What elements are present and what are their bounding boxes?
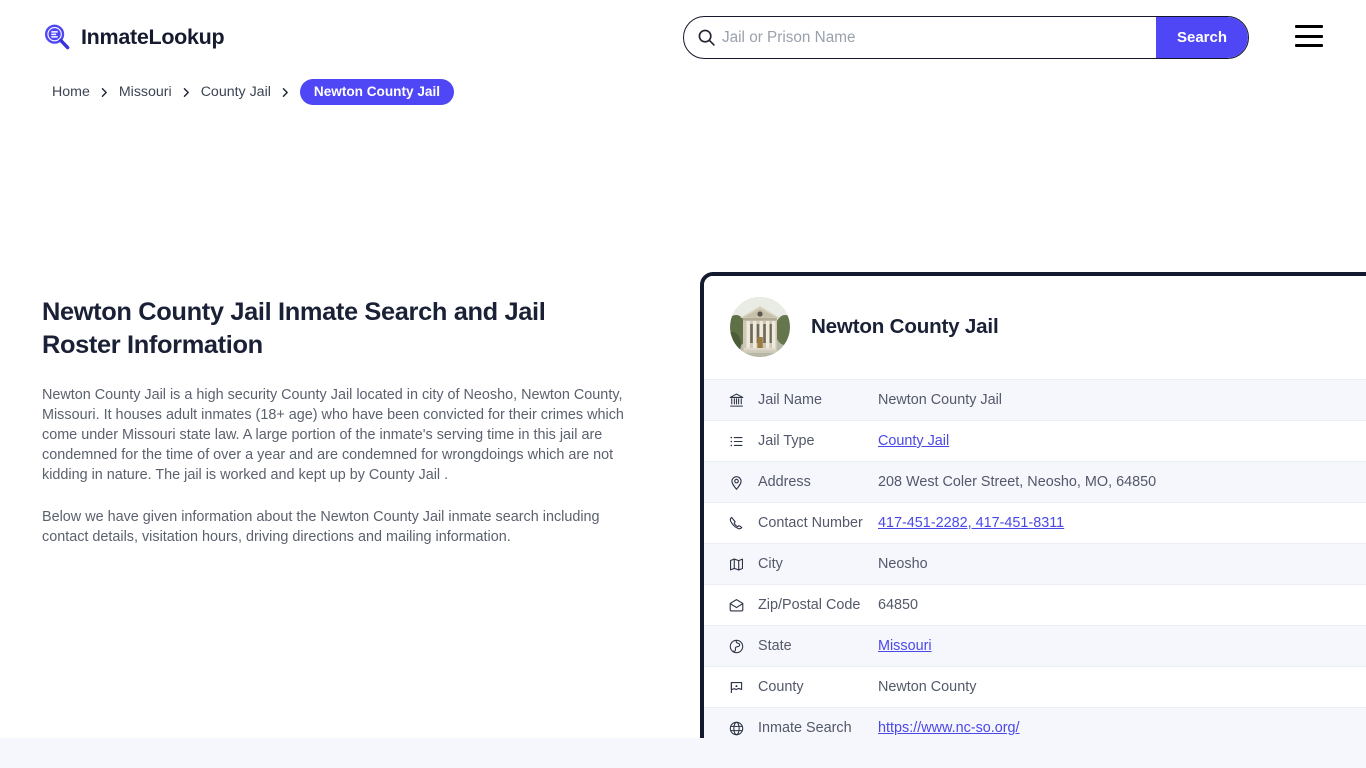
chevron-right-icon	[280, 86, 291, 99]
info-row-label: State	[758, 638, 792, 654]
globe-americas-icon	[728, 638, 758, 655]
info-row-value: Neosho	[878, 556, 928, 572]
info-row-value[interactable]: 417-451-2282, 417-451-8311	[878, 515, 1064, 531]
info-row-link[interactable]: Missouri	[878, 638, 932, 654]
info-row-label: Inmate Search	[758, 720, 852, 736]
list-icon	[728, 433, 758, 450]
intro-paragraph: Newton County Jail is a high security Co…	[42, 387, 624, 484]
search-icon	[684, 17, 722, 58]
magnifier-list-icon	[42, 22, 72, 52]
phone-icon	[728, 515, 758, 532]
info-row-value[interactable]: https://www.nc-so.org/	[878, 720, 1020, 736]
info-row-value: Newton County	[878, 679, 977, 695]
info-row-label: Zip/Postal Code	[758, 597, 861, 613]
footer-band	[0, 738, 1366, 768]
info-row: Contact Number 417-451-2282, 417-451-8311	[704, 502, 1366, 543]
info-row-label: City	[758, 556, 783, 572]
flag-pin-icon	[728, 679, 758, 696]
jail-info-card: Newton County Jail Jail Name Newton Count…	[700, 272, 1366, 752]
info-row-value: 64850	[878, 597, 919, 613]
brand-name: InmateLookup	[81, 24, 225, 49]
hamburger-bar	[1295, 34, 1323, 38]
info-row-link[interactable]: 417-451-2282, 417-451-8311	[878, 515, 1064, 531]
page-title: Newton County Jail Inmate Search and Jai…	[42, 298, 546, 359]
jail-info-table: Jail Name Newton County Jail Jail Type Coun…	[704, 379, 1366, 748]
second-paragraph: Below we have given information about th…	[42, 509, 600, 546]
info-row-value: 208 West Coler Street, Neosho, MO, 64850	[878, 474, 1157, 490]
globe-icon	[728, 720, 758, 737]
info-row-label: Jail Type	[758, 433, 815, 449]
info-row: Zip/Postal Code 64850	[704, 584, 1366, 625]
search-bar[interactable]: Search	[683, 16, 1249, 59]
info-row: Address 208 West Coler Street, Neosho, MO…	[704, 461, 1366, 502]
breadcrumb: Home Missouri County Jail Newton County Jai…	[52, 78, 1366, 106]
bank-courthouse-icon	[728, 392, 758, 409]
chevron-right-icon	[181, 86, 192, 99]
info-row-link[interactable]: https://www.nc-so.org/	[878, 720, 1020, 736]
info-row: County Newton County	[704, 666, 1366, 707]
info-row-value: Newton County Jail	[878, 392, 1002, 408]
brand-logo-link[interactable]: InmateLookup	[42, 22, 225, 52]
jail-info-card-title: Newton County Jail	[811, 315, 999, 338]
courthouse-photo-thumbnail	[730, 297, 790, 357]
hamburger-bar	[1295, 25, 1323, 28]
page-body: Newton County Jail Inmate Search and Jai…	[0, 106, 1366, 768]
map-icon	[728, 556, 758, 573]
breadcrumb-current: Newton County Jail	[299, 79, 455, 105]
jail-info-card-header: Newton County Jail	[704, 276, 1366, 379]
info-row-label: Contact Number	[758, 515, 863, 531]
breadcrumb-link-county-jail[interactable]: County Jail	[201, 84, 271, 100]
info-row-label: Jail Name	[758, 392, 822, 408]
info-row-value[interactable]: Missouri	[878, 638, 932, 654]
chevron-right-icon	[99, 86, 110, 99]
hamburger-menu-icon[interactable]	[1295, 25, 1323, 47]
site-header: InmateLookup Search	[0, 0, 1366, 74]
info-row-value[interactable]: County Jail	[878, 433, 949, 449]
map-pin-icon	[728, 474, 758, 491]
info-row-label: Address	[758, 474, 811, 490]
breadcrumb-link-home[interactable]: Home	[52, 84, 90, 100]
hamburger-bar	[1295, 44, 1323, 47]
info-row-label: County	[758, 679, 804, 695]
info-row: Jail Type County Jail	[704, 420, 1366, 461]
search-input[interactable]	[722, 17, 1156, 58]
info-row-link[interactable]: County Jail	[878, 433, 949, 449]
info-row: Jail Name Newton County Jail	[704, 379, 1366, 420]
breadcrumb-link-missouri[interactable]: Missouri	[119, 84, 172, 100]
article-column: Newton County Jail Inmate Search and Jai…	[42, 296, 642, 547]
info-row: State Missouri	[704, 625, 1366, 666]
search-button[interactable]: Search	[1156, 17, 1248, 58]
info-row: City Neosho	[704, 543, 1366, 584]
mail-open-icon	[728, 597, 758, 614]
